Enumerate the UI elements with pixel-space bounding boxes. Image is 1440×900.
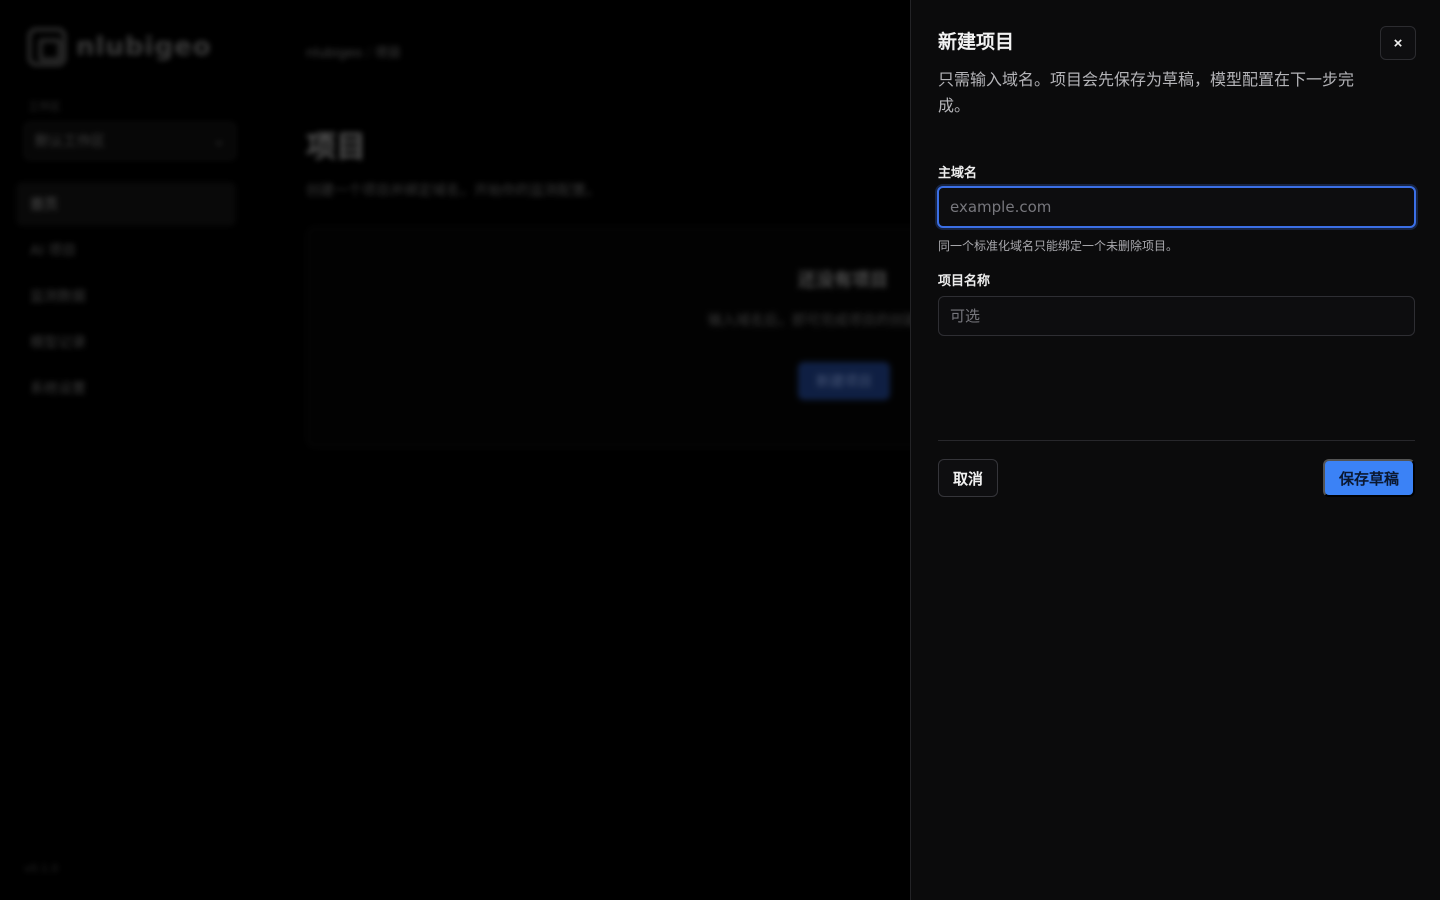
sidebar-item-projects: AI 项目 — [30, 243, 77, 259]
save-draft-button[interactable]: 保存草稿 — [1323, 459, 1415, 497]
main-content: nlubigeo / 项目 项目 创建一个项目并绑定域名，开始你的监测配置。 还… — [306, 0, 946, 900]
empty-state-new-project-button: 新建项目 — [798, 362, 890, 400]
project-name-field-label: 项目名称 — [938, 274, 991, 289]
chevron-down-icon: ⌄ — [213, 133, 225, 149]
cancel-button[interactable]: 取消 — [938, 459, 998, 497]
drawer-title: 新建项目 — [938, 31, 1015, 53]
logo: nlubigeo — [28, 28, 212, 66]
drawer-description: 只需输入域名。项目会先保存为草稿，模型配置在下一步完成。 — [938, 70, 1355, 115]
app-root: nlubigeo 工作区 默认工作区 ⌄ 首页 AI 项目 监测数据 模型记录 … — [0, 0, 1440, 900]
sidebar-item-models: 模型记录 — [30, 335, 86, 351]
logo-text: nlubigeo — [76, 32, 212, 62]
domain-field-hint: 同一个标准化域名只能绑定一个未删除项目。 — [938, 239, 1179, 253]
new-project-drawer: 新建项目 × 只需输入域名。项目会先保存为草稿，模型配置在下一步完成。 主域名 … — [910, 0, 1440, 900]
close-icon: × — [1393, 34, 1403, 52]
background-page-overlay: nlubigeo 工作区 默认工作区 ⌄ 首页 AI 项目 监测数据 模型记录 … — [0, 0, 946, 900]
breadcrumb-root: nlubigeo — [306, 46, 363, 61]
project-name-input[interactable] — [938, 296, 1415, 336]
workspace-select-value: 默认工作区 — [35, 134, 105, 150]
domain-field-label: 主域名 — [938, 166, 978, 181]
sidebar: nlubigeo 工作区 默认工作区 ⌄ 首页 AI 项目 监测数据 模型记录 … — [0, 0, 250, 900]
workspace-select: 默认工作区 ⌄ — [24, 122, 236, 160]
breadcrumb: nlubigeo / 项目 — [306, 42, 401, 61]
sidebar-item-home: 首页 — [16, 182, 236, 226]
workspace-label: 工作区 — [28, 100, 61, 113]
version-text: v0.1.0 — [24, 862, 59, 875]
breadcrumb-current: 项目 — [374, 46, 401, 61]
domain-input[interactable] — [937, 186, 1416, 228]
page-subtitle: 创建一个项目并绑定域名，开始你的监测配置。 — [306, 183, 600, 199]
empty-state-card — [306, 226, 946, 448]
logo-icon — [28, 28, 66, 66]
sidebar-nav: 首页 AI 项目 监测数据 模型记录 系统设置 — [16, 182, 236, 412]
close-button[interactable]: × — [1380, 26, 1416, 60]
sidebar-item-settings: 系统设置 — [30, 381, 86, 397]
breadcrumb-separator: / — [366, 46, 375, 61]
page-title: 项目 — [306, 130, 366, 165]
empty-state-title: 还没有项目 — [798, 270, 888, 291]
sidebar-item-monitoring: 监测数据 — [30, 289, 86, 305]
footer-divider — [938, 440, 1415, 441]
